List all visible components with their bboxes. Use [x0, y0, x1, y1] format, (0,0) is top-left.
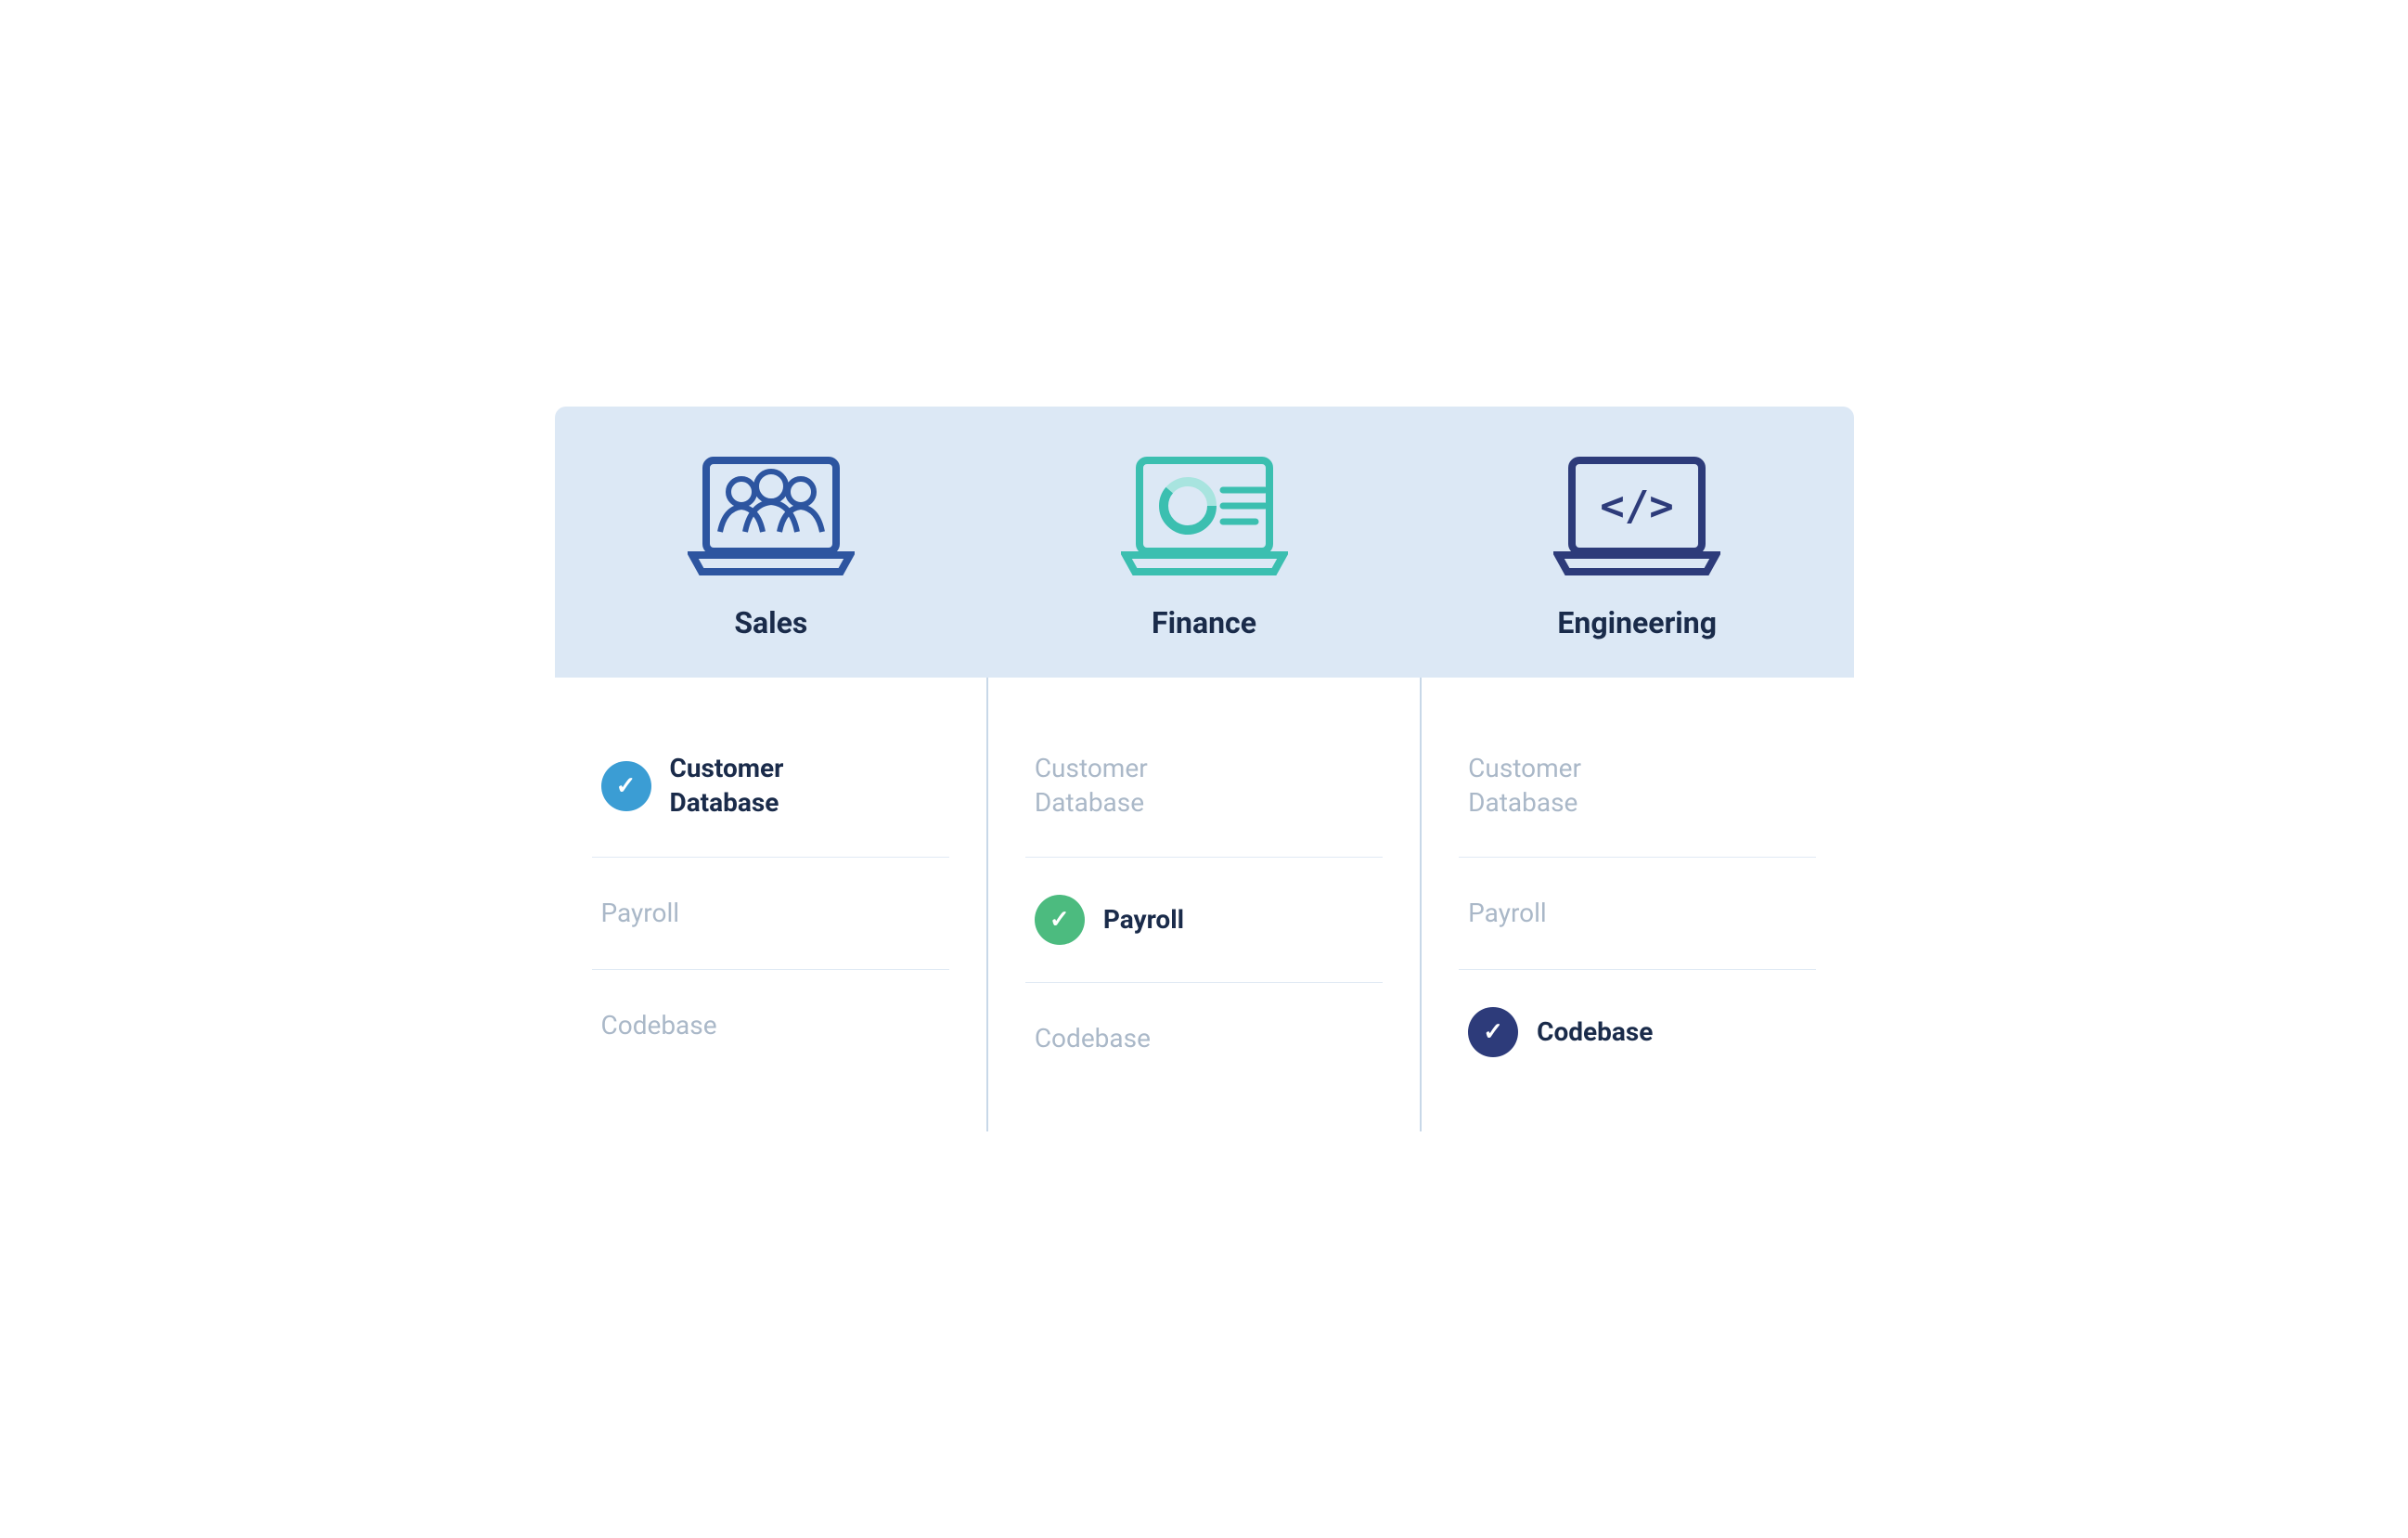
sales-payroll-row: Payroll	[583, 858, 959, 969]
laptop-sales-icon	[688, 453, 855, 583]
laptop-engineering-icon: </>	[1553, 453, 1720, 583]
laptop-finance-icon	[1121, 453, 1288, 583]
engineering-label: Engineering	[1557, 605, 1717, 640]
svg-text:</>: </>	[1600, 483, 1673, 530]
engineering-payroll-row: Payroll	[1449, 858, 1825, 969]
content-area: ✓ CustomerDatabase Payroll Codebase Cust…	[555, 678, 1854, 1131]
engineering-codebase-row: ✓ Codebase	[1449, 970, 1825, 1094]
header-cell-engineering: </> Engineering	[1421, 453, 1854, 640]
sales-codebase-row: Codebase	[583, 970, 959, 1081]
engineering-customer-database-label: CustomerDatabase	[1468, 752, 1581, 820]
main-container: Sales Finance	[555, 407, 1854, 1131]
header-cell-finance: Finance	[987, 453, 1421, 640]
finance-codebase-row: Codebase	[1016, 983, 1392, 1094]
content-cell-finance: CustomerDatabase ✓ Payroll Codebase	[988, 678, 1422, 1131]
engineering-codebase-check: ✓	[1468, 1007, 1518, 1057]
header-row: Sales Finance	[555, 407, 1854, 678]
sales-payroll-label: Payroll	[601, 897, 680, 930]
sales-codebase-label: Codebase	[601, 1009, 717, 1042]
content-cell-engineering: CustomerDatabase Payroll ✓ Codebase	[1422, 678, 1853, 1131]
finance-label: Finance	[1152, 605, 1256, 640]
content-cell-sales: ✓ CustomerDatabase Payroll Codebase	[555, 678, 988, 1131]
sales-label: Sales	[734, 605, 807, 640]
sales-customer-database-label: CustomerDatabase	[670, 752, 784, 820]
header-cell-sales: Sales	[555, 453, 988, 640]
engineering-codebase-label: Codebase	[1537, 1015, 1653, 1049]
finance-payroll-label: Payroll	[1103, 903, 1184, 937]
finance-customer-database-row: CustomerDatabase	[1016, 715, 1392, 857]
finance-codebase-label: Codebase	[1035, 1022, 1151, 1055]
sales-customer-database-check: ✓	[601, 761, 651, 811]
engineering-payroll-label: Payroll	[1468, 897, 1547, 930]
finance-payroll-row: ✓ Payroll	[1016, 858, 1392, 982]
engineering-customer-database-row: CustomerDatabase	[1449, 715, 1825, 857]
sales-customer-database-row: ✓ CustomerDatabase	[583, 715, 959, 857]
finance-customer-database-label: CustomerDatabase	[1035, 752, 1148, 820]
finance-payroll-check: ✓	[1035, 895, 1085, 945]
